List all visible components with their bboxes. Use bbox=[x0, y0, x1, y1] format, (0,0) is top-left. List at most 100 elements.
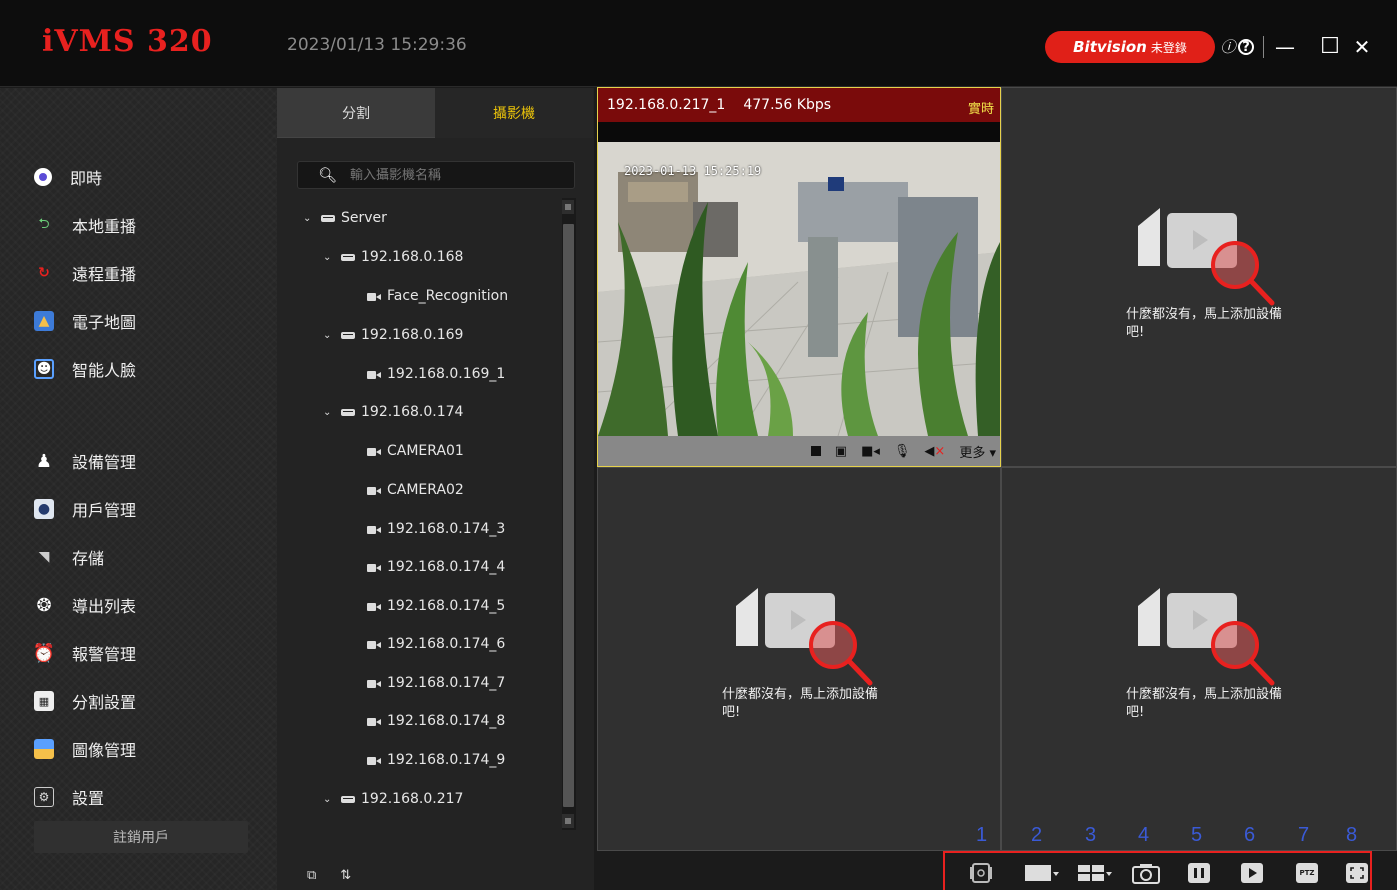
quad-layout-icon[interactable] bbox=[1077, 862, 1113, 884]
camera-icon bbox=[367, 563, 381, 572]
chevron-down-icon[interactable]: ⌄ bbox=[323, 407, 335, 418]
chevron-down-icon[interactable]: ⌄ bbox=[303, 213, 315, 224]
logout-button[interactable]: 註銷用戶 bbox=[34, 821, 248, 853]
tree-node-nvr[interactable]: ⌄ 192.168.0.169 bbox=[323, 323, 463, 347]
tree-node-camera[interactable]: 192.168.0.174_4 bbox=[367, 555, 505, 579]
fullscreen-icon[interactable] bbox=[1345, 862, 1369, 884]
chevron-down-icon[interactable]: ⌄ bbox=[323, 330, 335, 341]
single-layout-icon[interactable] bbox=[1024, 862, 1060, 884]
tree-node-camera[interactable]: Face_Recognition bbox=[367, 284, 508, 308]
snapshot-icon[interactable]: ▣ bbox=[835, 444, 847, 459]
nav-item-settings[interactable]: ⚙ 設置 bbox=[34, 782, 104, 812]
video-cell-4[interactable]: 什麼都沒有，馬上添加設備吧! bbox=[1001, 467, 1397, 851]
nav-item-emap[interactable]: ▲ 電子地圖 bbox=[34, 306, 136, 336]
bitvision-login-button[interactable]: Bitvision 未登錄 bbox=[1045, 31, 1215, 63]
tree-node-camera[interactable]: CAMERA01 bbox=[367, 439, 464, 463]
nav-label: 導出列表 bbox=[72, 597, 137, 616]
sequence-icon[interactable] bbox=[968, 862, 994, 884]
nav-label: 報警管理 bbox=[72, 645, 137, 664]
camera-icon bbox=[367, 486, 381, 495]
tree-node-server[interactable]: ⌄ Server bbox=[303, 206, 387, 230]
camera-icon bbox=[367, 447, 381, 456]
tree-node-camera[interactable]: 192.168.0.174_5 bbox=[367, 594, 505, 618]
tree-node-camera[interactable]: 192.168.0.174_6 bbox=[367, 632, 505, 656]
sort-icon[interactable]: ⇅ bbox=[340, 868, 351, 883]
nav-item-local-playback[interactable]: ⮌ 本地重播 bbox=[34, 210, 136, 240]
video-letterbox bbox=[598, 122, 1000, 142]
nav-item-remote-playback[interactable]: ↻ 遠程重播 bbox=[34, 258, 136, 288]
image-management-icon bbox=[34, 739, 54, 759]
camera-snapshot-icon[interactable] bbox=[1131, 862, 1161, 884]
nav-item-image-management[interactable]: 圖像管理 bbox=[34, 734, 136, 764]
tree-node-label: Server bbox=[341, 210, 387, 226]
camera-search: 🔍︎ bbox=[297, 161, 575, 189]
camera-search-input[interactable] bbox=[350, 167, 550, 183]
chevron-down-icon[interactable]: ⌄ bbox=[323, 794, 335, 805]
tab-split[interactable]: 分割 bbox=[277, 88, 435, 138]
stop-icon[interactable] bbox=[810, 446, 821, 456]
tree-node-camera[interactable]: 192.168.0.174_3 bbox=[367, 517, 505, 541]
tree-node-nvr[interactable]: ⌄ 192.168.0.168 bbox=[323, 245, 463, 269]
scroll-thumb[interactable] bbox=[563, 224, 574, 807]
nav-label: 本地重播 bbox=[72, 217, 137, 236]
device-tree-panel: 分割 攝影機 🔍︎ ⌄ Server ⌄ 192.168.0.168 Face_… bbox=[277, 88, 594, 890]
collapse-all-icon[interactable]: ⧉ bbox=[307, 868, 316, 883]
tree-node-nvr[interactable]: ⌄ 192.168.0.217 bbox=[323, 787, 463, 811]
search-icon[interactable]: 🔍︎ bbox=[318, 166, 337, 184]
video-info-bar: 192.168.0.217_1 477.56 Kbps 實時 bbox=[598, 88, 1000, 122]
tree-node-camera[interactable]: 192.168.0.169_1 bbox=[367, 362, 505, 386]
video-cell-1[interactable]: 192.168.0.217_1 477.56 Kbps 實時 2023-01-1… bbox=[597, 87, 1001, 467]
nav-item-face[interactable]: ☻ 智能人臉 bbox=[34, 354, 136, 384]
nav-item-live[interactable]: 即時 bbox=[34, 162, 102, 192]
close-button[interactable]: ✕ bbox=[1350, 33, 1374, 61]
nav-item-user-management[interactable]: ● 用戶管理 bbox=[34, 494, 136, 524]
video-cell-2[interactable]: 什麼都沒有，馬上添加設備吧! bbox=[1001, 87, 1397, 467]
tree-node-nvr[interactable]: ⌄ 192.168.0.174 bbox=[323, 400, 463, 424]
tab-camera[interactable]: 攝影機 bbox=[435, 88, 593, 138]
info-icon[interactable]: ⓘ bbox=[1216, 33, 1240, 61]
help-icon[interactable]: ? bbox=[1238, 39, 1254, 55]
tree-node-label: 192.168.0.174_6 bbox=[387, 636, 506, 652]
remote-playback-icon: ↻ bbox=[38, 265, 50, 281]
face-recognition-icon: ☻ bbox=[34, 359, 54, 379]
minimize-button[interactable]: — bbox=[1273, 33, 1297, 61]
pause-icon[interactable] bbox=[1187, 862, 1211, 884]
camera-icon bbox=[367, 525, 381, 534]
microphone-icon[interactable]: 🎙︎ bbox=[894, 444, 911, 459]
nav-label: 智能人臉 bbox=[72, 361, 137, 380]
annotation-number: 2 bbox=[1031, 824, 1043, 846]
chevron-down-icon[interactable]: ⌄ bbox=[323, 252, 335, 263]
play-icon[interactable] bbox=[1240, 862, 1264, 884]
nav-item-storage[interactable]: ◥ 存儲 bbox=[34, 542, 104, 572]
camera-icon bbox=[367, 602, 381, 611]
settings-icon: ⚙ bbox=[34, 787, 54, 807]
tree-node-camera[interactable]: 192.168.0.174_9 bbox=[367, 748, 505, 772]
ptz-icon[interactable]: PTZ bbox=[1295, 862, 1319, 884]
more-button[interactable]: 更多 ▾ bbox=[959, 442, 996, 461]
video-cell-3[interactable]: 什麼都沒有，馬上添加設備吧! bbox=[597, 467, 1001, 851]
maximize-button[interactable]: ☐ bbox=[1318, 33, 1342, 61]
nav-item-alarm[interactable]: ⏰ 報警管理 bbox=[33, 638, 137, 668]
brand-name: Bitvision bbox=[1073, 38, 1147, 56]
tree-node-label: 192.168.0.168 bbox=[361, 249, 464, 265]
ptz-label: PTZ bbox=[1296, 863, 1318, 883]
nav-item-export-list[interactable]: ❂ 導出列表 bbox=[34, 590, 136, 620]
tree-node-label: 192.168.0.174_3 bbox=[387, 521, 506, 537]
nav-item-split-settings[interactable]: ▦ 分割設置 bbox=[34, 686, 136, 716]
tree-node-camera[interactable]: CAMERA02 bbox=[367, 478, 464, 502]
camera-feed-image: 2023-01-13 15:25:19 bbox=[598, 142, 1000, 436]
scroll-down-button[interactable] bbox=[562, 814, 574, 828]
nav-label: 電子地圖 bbox=[72, 313, 137, 332]
mute-icon[interactable]: ◀× bbox=[924, 444, 945, 459]
camera-icon bbox=[367, 679, 381, 688]
annotation-number: 8 bbox=[1346, 824, 1358, 846]
annotation-number: 6 bbox=[1244, 824, 1256, 846]
divider bbox=[1263, 36, 1264, 58]
title-bar: iVMS 320 2023/01/13 15:29:36 Bitvision 未… bbox=[0, 0, 1397, 87]
tree-node-camera[interactable]: 192.168.0.174_7 bbox=[367, 671, 505, 695]
record-icon[interactable]: ■◂ bbox=[861, 444, 880, 459]
nav-item-device-management[interactable]: ♟ 設備管理 bbox=[34, 446, 136, 476]
annotation-number: 7 bbox=[1298, 824, 1310, 846]
tree-node-camera[interactable]: 192.168.0.174_8 bbox=[367, 709, 505, 733]
scroll-up-button[interactable] bbox=[562, 200, 574, 214]
